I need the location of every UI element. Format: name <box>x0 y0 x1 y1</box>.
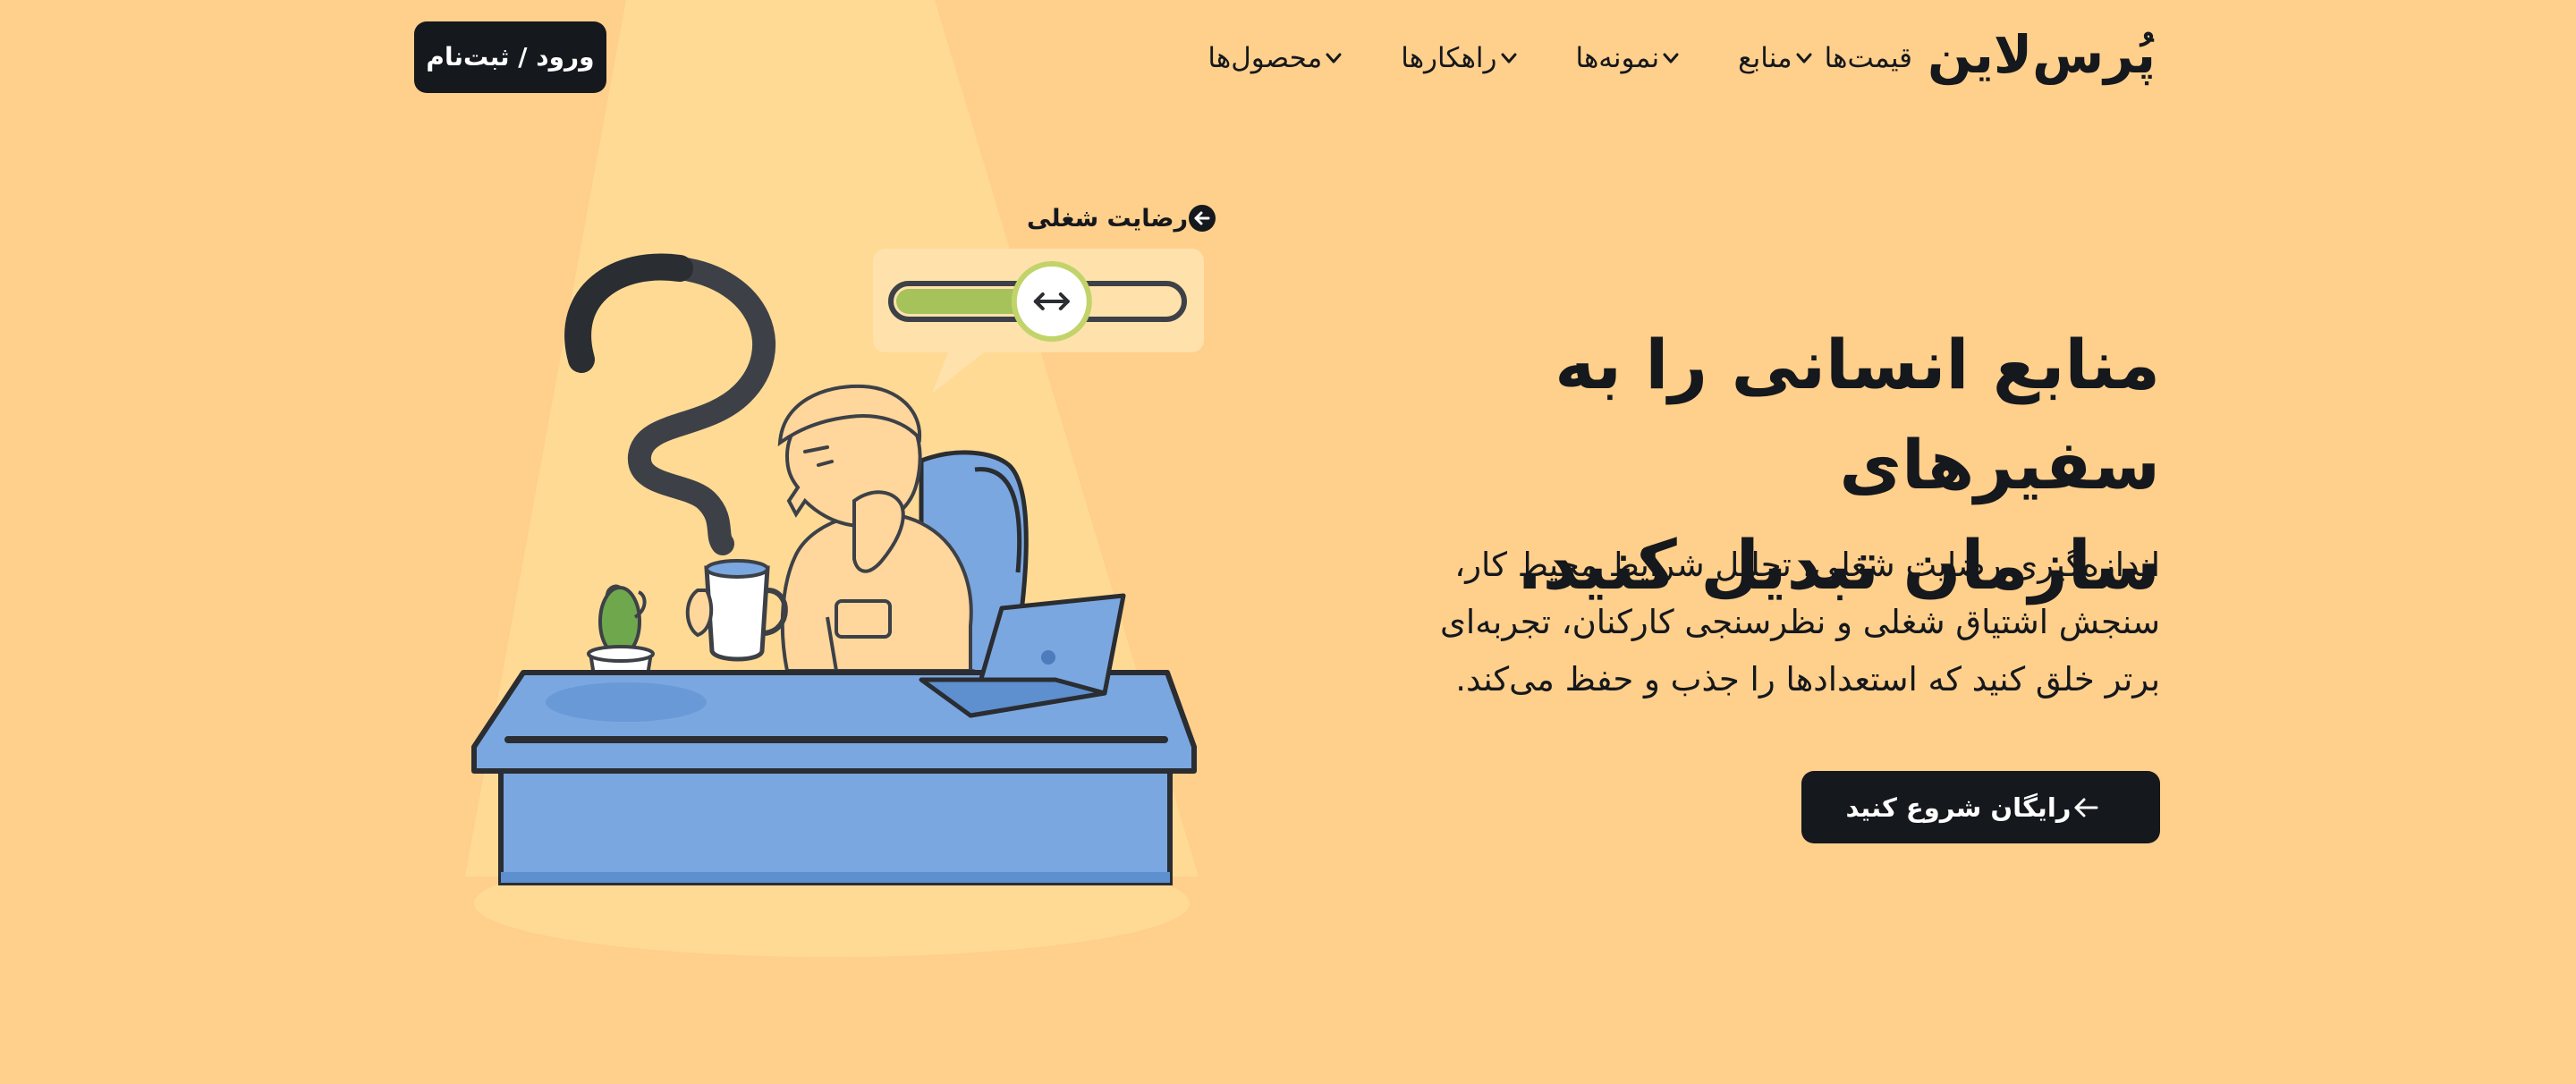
site-header: پُرس‌لاین محصول‌ها راهکارها نمونه‌ها <box>0 0 2576 116</box>
nav-item-label: قیمت‌ها <box>1824 42 1912 74</box>
nav-item-samples[interactable]: نمونه‌ها <box>1576 34 1692 82</box>
arrow-left-icon <box>2071 792 2101 823</box>
nav-item-pricing[interactable]: قیمت‌ها <box>1825 34 1912 82</box>
hero-illustration <box>465 0 1204 957</box>
hero-desc-line: سنجش اشتیاق شغلی و نظرسنجی کارکنان، تجرب… <box>1439 603 2160 641</box>
login-signup-button[interactable]: ورود / ثبت‌نام <box>414 21 606 93</box>
cta-label: رایگان شروع کنید <box>1845 792 2072 823</box>
site-logo[interactable]: پُرس‌لاین <box>1928 20 2157 89</box>
hero-desc-line: برتر خلق کنید که استعدادها را جذب و حفظ … <box>1455 660 2160 699</box>
hero-title-line: منابع انسانی را به سفیرهای <box>1555 325 2161 504</box>
nav-item-products[interactable]: محصول‌ها <box>1208 34 1354 82</box>
satisfaction-slider[interactable] <box>886 258 1199 343</box>
chevron-down-icon <box>1322 47 1345 70</box>
hero-desc-line: اندازه‌گیری رضایت شغلی، تحلیل شرایط محیط… <box>1454 546 2160 584</box>
nav-item-label: نمونه‌ها <box>1575 42 1660 74</box>
nav-item-solutions[interactable]: راهکارها <box>1401 34 1529 82</box>
nav-item-label: منابع <box>1738 42 1792 74</box>
arrow-left-circle-icon <box>1188 204 1216 233</box>
nav-item-label: راهکارها <box>1401 42 1497 74</box>
main-nav: محصول‌ها راهکارها نمونه‌ها منابع <box>1161 34 1912 82</box>
chevron-down-icon <box>1659 47 1682 70</box>
start-free-button[interactable]: رایگان شروع کنید <box>1801 771 2160 843</box>
chevron-down-icon <box>1792 47 1816 70</box>
nav-item-label: محصول‌ها <box>1208 42 1323 74</box>
chevron-down-icon <box>1497 47 1521 70</box>
hero-description: اندازه‌گیری رضایت شغلی، تحلیل شرایط محیط… <box>1355 537 2160 708</box>
job-satisfaction-label: رضایت شغلی <box>1027 204 1227 233</box>
nav-item-resources[interactable]: منابع <box>1738 34 1825 82</box>
badge-label-text: رضایت شغلی <box>1027 204 1189 233</box>
page: رضایت شغلی پُرس‌لاین محصول‌ها راهکارها <box>0 0 2576 1084</box>
